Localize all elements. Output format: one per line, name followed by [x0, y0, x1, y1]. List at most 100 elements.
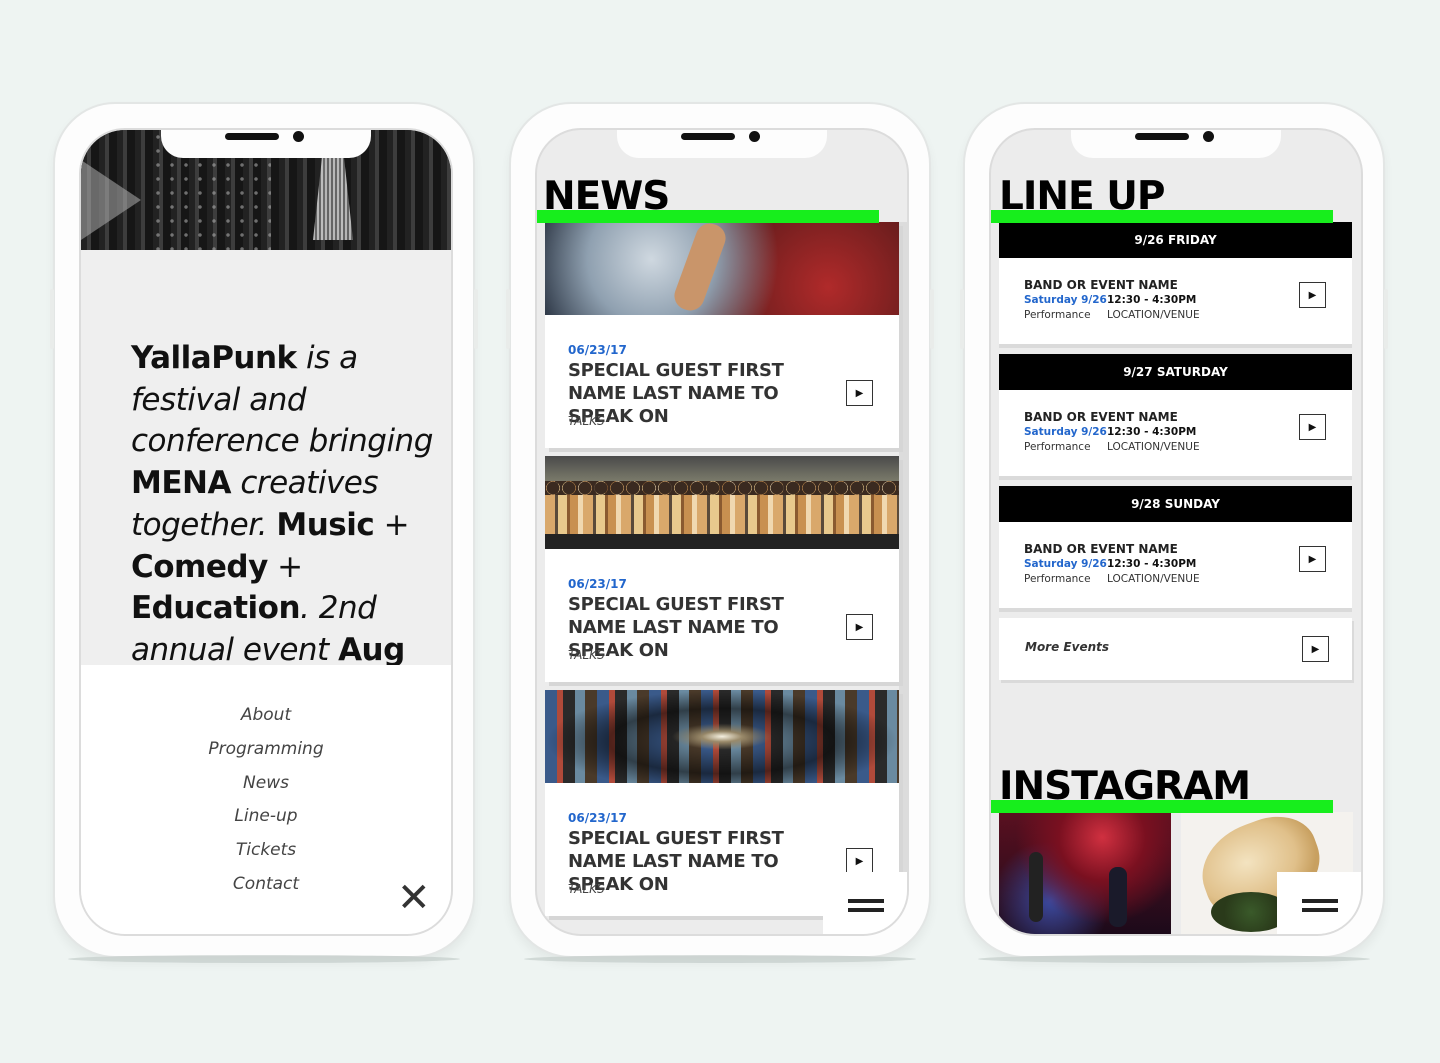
concert-crowd-photo	[545, 219, 899, 315]
phone-mockup-menu: YallaPunk is a festival and conference b…	[50, 102, 478, 958]
news-date: 06/23/17	[568, 811, 627, 825]
event-location: LOCATION/VENUE	[1107, 441, 1200, 453]
phone-screen: NEWS 06/23/17 SPECIAL GUEST FIRST NAME L…	[535, 128, 909, 936]
photo-figure	[1029, 852, 1043, 922]
side-button	[474, 289, 478, 349]
intro-copy: MENA	[131, 465, 231, 502]
side-button	[50, 289, 54, 349]
nav-item-tickets[interactable]: Tickets	[81, 834, 451, 868]
phone-screen: LINE UP 9/26 FRIDAY BAND OR EVENT NAME S…	[989, 128, 1363, 936]
scrollbar[interactable]	[899, 222, 907, 882]
camera	[1203, 131, 1214, 142]
event-date: Saturday 9/26	[1024, 426, 1107, 438]
event-location: LOCATION/VENUE	[1107, 309, 1200, 321]
play-icon[interactable]: ▶	[846, 614, 873, 640]
event-name: BAND OR EVENT NAME	[1024, 542, 1178, 556]
nav-item-contact[interactable]: Contact	[81, 868, 451, 902]
hamburger-menu-icon[interactable]	[823, 872, 907, 934]
nav-item-lineup[interactable]: Line-up	[81, 800, 451, 834]
intro-copy: +	[374, 506, 410, 543]
section-title-lineup: LINE UP	[999, 174, 1165, 219]
speaker	[1135, 133, 1189, 140]
intro-copy: Education	[131, 590, 301, 627]
news-date: 06/23/17	[568, 343, 627, 357]
photo-figure	[1109, 867, 1127, 927]
close-icon[interactable]: ✕	[397, 878, 431, 918]
play-icon[interactable]: ▶	[846, 380, 873, 406]
news-card[interactable]: 06/23/17 SPECIAL GUEST FIRST NAME LAST N…	[545, 219, 899, 448]
brand-name: YallaPunk	[131, 340, 297, 376]
intro-copy: Aug	[338, 631, 405, 665]
more-events-label: More Events	[1025, 640, 1109, 654]
news-headline[interactable]: SPECIAL GUEST FIRST NAME LAST NAME TO SP…	[568, 827, 828, 896]
event-date: Saturday 9/26	[1024, 294, 1107, 306]
play-icon[interactable]: ▶	[1299, 414, 1326, 440]
notch	[1071, 130, 1281, 158]
nav-item-about[interactable]: About	[81, 699, 451, 733]
news-date: 06/23/17	[568, 577, 627, 591]
hamburger-menu-icon[interactable]	[1277, 872, 1361, 934]
raised-arm	[670, 219, 730, 315]
graffiti-tunnel-photo	[545, 690, 899, 783]
phone-shadow	[68, 955, 460, 963]
event-card[interactable]: BAND OR EVENT NAME Saturday 9/26 12:30 -…	[999, 522, 1352, 608]
event-card[interactable]: BAND OR EVENT NAME Saturday 9/26 12:30 -…	[999, 390, 1352, 476]
day-header: 9/28 SUNDAY	[999, 486, 1352, 522]
notch	[161, 130, 371, 158]
side-button	[1384, 289, 1388, 349]
news-headline[interactable]: SPECIAL GUEST FIRST NAME LAST NAME TO SP…	[568, 359, 828, 428]
side-button	[506, 289, 510, 349]
intro-copy: +	[267, 548, 303, 585]
speaker	[225, 133, 279, 140]
intro-text: YallaPunk is a festival and conference b…	[131, 338, 441, 665]
event-name: BAND OR EVENT NAME	[1024, 278, 1178, 292]
play-icon[interactable]: ▶	[846, 848, 873, 874]
section-title-news: NEWS	[543, 174, 670, 219]
phone-mockup-news: NEWS 06/23/17 SPECIAL GUEST FIRST NAME L…	[506, 102, 934, 958]
play-icon[interactable]: ▶	[1299, 282, 1326, 308]
more-events-button[interactable]: More Events ▶	[999, 618, 1352, 680]
news-headline[interactable]: SPECIAL GUEST FIRST NAME LAST NAME TO SP…	[568, 593, 828, 662]
event-type: Performance	[1024, 309, 1091, 321]
event-time: 12:30 - 4:30PM	[1107, 558, 1197, 570]
intro-copy: Comedy	[131, 548, 268, 585]
news-tag: TALKS	[568, 882, 605, 896]
photo-background	[545, 456, 899, 481]
event-type: Performance	[1024, 573, 1091, 585]
side-button	[960, 289, 964, 349]
hero-pattern	[81, 160, 141, 240]
day-header: 9/27 SATURDAY	[999, 354, 1352, 390]
phone-shadow	[978, 955, 1370, 963]
nav-item-programming[interactable]: Programming	[81, 733, 451, 767]
speaker	[681, 133, 735, 140]
group-portrait-photo	[545, 456, 899, 549]
intro-panel: YallaPunk is a festival and conference b…	[81, 250, 451, 665]
photo-ground	[545, 534, 899, 549]
phone-shadow	[524, 955, 916, 963]
play-icon[interactable]: ▶	[1299, 546, 1326, 572]
intro-copy: Music	[276, 506, 375, 543]
phone-screen: YallaPunk is a festival and conference b…	[79, 128, 453, 936]
news-tag: TALKS	[568, 414, 605, 428]
news-card[interactable]: 06/23/17 SPECIAL GUEST FIRST NAME LAST N…	[545, 456, 899, 682]
camera	[749, 131, 760, 142]
event-time: 12:30 - 4:30PM	[1107, 426, 1197, 438]
event-type: Performance	[1024, 441, 1091, 453]
event-name: BAND OR EVENT NAME	[1024, 410, 1178, 424]
tunnel-shading	[545, 690, 899, 783]
instagram-photo[interactable]	[999, 812, 1171, 934]
nav-item-news[interactable]: News	[81, 767, 451, 801]
event-date: Saturday 9/26	[1024, 558, 1107, 570]
event-time: 12:30 - 4:30PM	[1107, 294, 1197, 306]
day-header: 9/26 FRIDAY	[999, 222, 1352, 258]
event-location: LOCATION/VENUE	[1107, 573, 1200, 585]
camera	[293, 131, 304, 142]
news-tag: TALKS	[568, 648, 605, 662]
event-card[interactable]: BAND OR EVENT NAME Saturday 9/26 12:30 -…	[999, 258, 1352, 344]
side-button	[930, 289, 934, 349]
section-title-instagram: INSTAGRAM	[999, 764, 1251, 809]
notch	[617, 130, 827, 158]
phone-mockup-lineup: LINE UP 9/26 FRIDAY BAND OR EVENT NAME S…	[960, 102, 1388, 958]
play-icon[interactable]: ▶	[1302, 636, 1329, 662]
photo-heads	[545, 481, 899, 495]
